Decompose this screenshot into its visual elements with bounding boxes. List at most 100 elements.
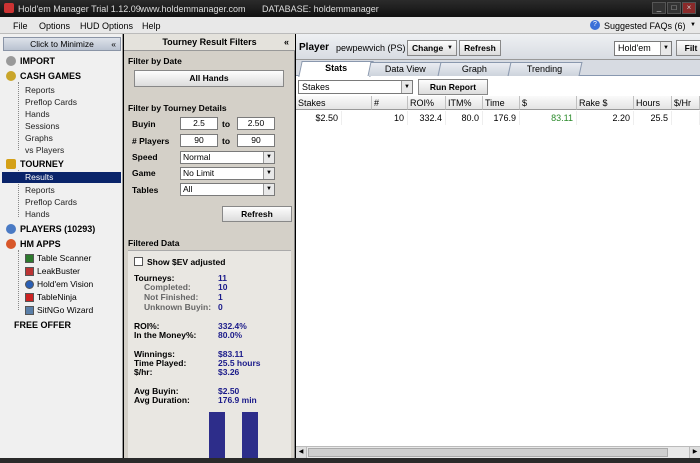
minimize-nav-label: Click to Minimize <box>30 39 94 49</box>
menu-help[interactable]: Help <box>142 21 161 31</box>
report-type-select[interactable]: Stakes ▼ <box>298 80 413 94</box>
maximize-window-button[interactable]: □ <box>667 2 681 14</box>
app-label: SitNGo Wizard <box>37 305 94 315</box>
nav-cash-vs-players[interactable]: vs Players <box>25 145 64 155</box>
trophy-icon <box>6 159 16 169</box>
scroll-right-icon[interactable]: ▶ <box>689 447 700 458</box>
tab-stats-label: Stats <box>325 63 348 73</box>
filters-button[interactable]: Filt <box>676 40 700 56</box>
tab-trending[interactable]: Trending <box>507 62 583 76</box>
filters-header: Tourney Result Filters « <box>124 34 295 51</box>
tab-data-view[interactable]: Data View <box>367 62 443 76</box>
game-type-select[interactable]: Hold'em ▼ <box>614 41 672 56</box>
menu-options[interactable]: Options <box>39 21 70 31</box>
column-header[interactable]: $/Hr <box>672 96 700 110</box>
collapse-filters-icon[interactable]: « <box>284 34 289 51</box>
refresh-player-button[interactable]: Refresh <box>459 40 501 56</box>
column-header[interactable]: Rake $ <box>577 96 634 110</box>
change-player-button[interactable]: Change ▼ <box>407 40 457 56</box>
title-bar: Hold'em Manager Trial 1.12.09 www.holdem… <box>0 0 700 17</box>
nav-cash-games[interactable]: CASH GAMES <box>6 71 81 81</box>
nav-hm-apps[interactable]: HM APPS <box>6 239 61 249</box>
left-navigation: Click to Minimize « IMPORT CASH GAMES Rep… <box>0 34 123 458</box>
players-to-input[interactable]: 90 <box>237 134 275 147</box>
column-header[interactable]: Time <box>483 96 520 110</box>
cell-hours[interactable]: 25.5 <box>634 111 672 125</box>
nav-cash-sessions[interactable]: Sessions <box>25 121 60 131</box>
players-icon <box>6 224 16 234</box>
nav-tourney-label: TOURNEY <box>20 159 64 169</box>
minimize-nav-button[interactable]: Click to Minimize « <box>3 37 121 51</box>
cell-stakes[interactable]: $2.50 <box>296 111 342 125</box>
tab-stats[interactable]: Stats <box>298 61 374 77</box>
game-select[interactable]: No Limit ▼ <box>180 167 275 180</box>
nav-cash-hands[interactable]: Hands <box>25 109 50 119</box>
tables-select[interactable]: All ▼ <box>180 183 275 196</box>
avg-duration-label: Avg Duration: <box>134 395 190 405</box>
column-header[interactable]: Hours <box>634 96 672 110</box>
column-header[interactable]: # <box>372 96 408 110</box>
cell-roi[interactable]: 332.4 <box>408 111 446 125</box>
column-header[interactable]: $ <box>520 96 577 110</box>
nav-cash-graphs[interactable]: Graphs <box>25 133 53 143</box>
app-table-scanner[interactable]: Table Scanner <box>25 253 91 263</box>
run-report-button[interactable]: Run Report <box>418 79 488 95</box>
column-header[interactable]: Stakes <box>296 96 372 110</box>
speed-label: Speed <box>132 152 158 162</box>
game-label: Game <box>132 168 156 178</box>
app-label: Table Scanner <box>37 253 92 263</box>
app-tableninja[interactable]: TableNinja <box>25 292 77 302</box>
cell-itm[interactable]: 80.0 <box>446 111 483 125</box>
horizontal-scrollbar[interactable]: ◀ ▶ <box>296 446 700 458</box>
app-holdem-vision[interactable]: Hold'em Vision <box>25 279 93 289</box>
nav-cash-reports[interactable]: Reports <box>25 85 55 95</box>
minimize-window-button[interactable]: _ <box>652 2 666 14</box>
tab-data-view-label: Data View <box>384 64 426 74</box>
menu-hud-options[interactable]: HUD Options <box>80 21 133 31</box>
apps-icon <box>6 239 16 249</box>
tab-graph[interactable]: Graph <box>437 62 513 76</box>
refresh-filters-button[interactable]: Refresh <box>222 206 292 222</box>
game-value: No Limit <box>183 168 215 178</box>
cell-dollars-per-hour[interactable] <box>672 111 700 125</box>
nav-tourney-results[interactable]: Results <box>2 172 121 183</box>
nav-import[interactable]: IMPORT <box>6 56 55 66</box>
suggested-faqs-link[interactable]: Suggested FAQs (6) <box>604 21 686 31</box>
scrollbar-thumb[interactable] <box>308 448 668 457</box>
leakbuster-icon <box>25 266 34 276</box>
all-hands-button[interactable]: All Hands <box>134 70 284 87</box>
cell-time[interactable]: 176.9 <box>483 111 520 125</box>
chevron-down-icon: ▼ <box>401 81 412 93</box>
dollars-per-hour-label: $/hr: <box>134 367 153 377</box>
nav-tourney-reports[interactable]: Reports <box>25 185 55 195</box>
column-header[interactable]: ITM% <box>446 96 483 110</box>
unknown-buyin-value: 0 <box>218 302 223 312</box>
table-scanner-icon <box>25 253 34 263</box>
scroll-left-icon[interactable]: ◀ <box>296 447 307 458</box>
menu-file[interactable]: File <box>13 21 28 31</box>
game-type-value: Hold'em <box>618 43 651 53</box>
close-window-button[interactable]: × <box>682 2 696 14</box>
buyin-from-input[interactable]: 2.5 <box>180 117 218 130</box>
speed-select[interactable]: Normal ▼ <box>180 151 275 164</box>
nav-tourney[interactable]: TOURNEY <box>6 159 64 169</box>
column-header[interactable]: ROI% <box>408 96 446 110</box>
chevron-down-icon[interactable]: ▼ <box>690 22 696 28</box>
nav-tourney-hands[interactable]: Hands <box>25 209 50 219</box>
cell-count[interactable]: 10 <box>372 111 408 125</box>
cell-winnings[interactable]: 83.11 <box>520 111 577 125</box>
mini-bar-2 <box>242 412 258 458</box>
nav-cash-preflop-cards[interactable]: Preflop Cards <box>25 97 77 107</box>
nav-tourney-preflop-cards[interactable]: Preflop Cards <box>25 197 77 207</box>
change-label: Change <box>412 43 444 53</box>
nav-players[interactable]: PLAYERS (10293) <box>6 224 95 234</box>
players-from-input[interactable]: 90 <box>180 134 218 147</box>
app-sitngo-wizard[interactable]: SitNGo Wizard <box>25 305 93 315</box>
database-label: DATABASE: holdemmanager <box>262 4 379 14</box>
app-logo-icon <box>4 3 14 13</box>
app-leakbuster[interactable]: LeakBuster <box>25 266 80 276</box>
show-sev-checkbox[interactable] <box>134 257 143 266</box>
cell-rake[interactable]: 2.20 <box>577 111 634 125</box>
buyin-to-input[interactable]: 2.50 <box>237 117 275 130</box>
nav-free-offer[interactable]: FREE OFFER <box>14 320 71 330</box>
